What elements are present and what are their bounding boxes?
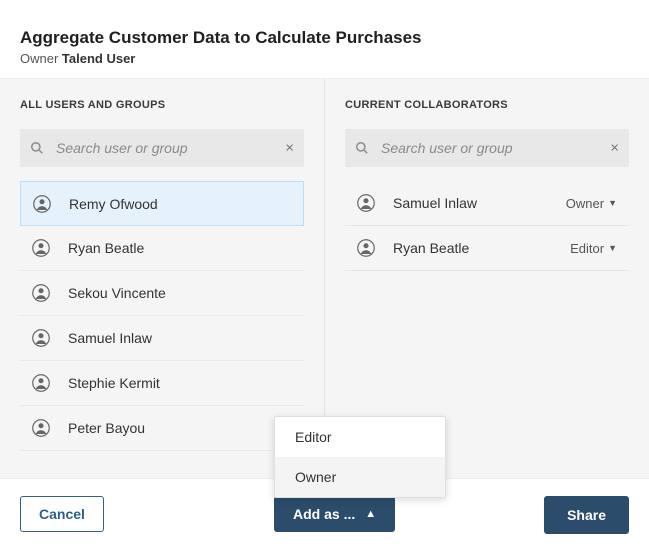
collaborator-name: Ryan Beatle: [393, 240, 570, 256]
collaborator-name: Samuel Inlaw: [393, 195, 566, 211]
user-name: Peter Bayou: [68, 420, 292, 436]
collaborators-heading: CURRENT COLLABORATORS: [345, 99, 629, 111]
avatar-icon: [32, 239, 50, 257]
user-name: Stephie Kermit: [68, 375, 292, 391]
clear-icon[interactable]: ×: [610, 141, 619, 156]
dropdown-option[interactable]: Editor: [275, 417, 445, 457]
avatar-icon: [32, 329, 50, 347]
avatar-icon: [33, 195, 51, 213]
user-name: Samuel Inlaw: [68, 330, 292, 346]
cancel-button[interactable]: Cancel: [20, 496, 104, 532]
collaborator-item: Samuel InlawOwner ▼: [345, 181, 629, 226]
all-users-list[interactable]: Remy Ofwood Ryan Beatle Sekou Vincente Samu…: [20, 181, 304, 458]
avatar-icon: [32, 419, 50, 437]
all-users-search-input[interactable]: [56, 140, 270, 156]
collaborator-role[interactable]: Owner: [566, 196, 604, 211]
page-title: Aggregate Customer Data to Calculate Pur…: [20, 28, 629, 48]
collaborators-list: Samuel InlawOwner ▼ Ryan BeatleEditor ▼: [345, 181, 629, 271]
user-name: Ryan Beatle: [68, 240, 292, 256]
share-button[interactable]: Share: [544, 496, 629, 534]
modal-header: Aggregate Customer Data to Calculate Pur…: [0, 0, 649, 78]
owner-line: Owner Talend User: [20, 51, 629, 66]
share-modal: Aggregate Customer Data to Calculate Pur…: [0, 0, 649, 548]
chevron-down-icon[interactable]: ▼: [608, 198, 617, 208]
owner-label: Owner: [20, 51, 58, 66]
user-item[interactable]: Samuel Inlaw: [20, 316, 304, 361]
dropdown-option[interactable]: Owner: [275, 457, 445, 497]
user-item[interactable]: Peter Bayou: [20, 406, 304, 451]
clear-icon[interactable]: ×: [285, 141, 294, 156]
all-users-search[interactable]: ×: [20, 129, 304, 167]
user-item[interactable]: Sekou Vincente: [20, 271, 304, 316]
avatar-icon: [357, 194, 375, 212]
owner-name: Talend User: [62, 51, 135, 66]
user-item[interactable]: Remy Ofwood: [20, 181, 304, 226]
user-name: Sekou Vincente: [68, 285, 292, 301]
collaborators-search[interactable]: ×: [345, 129, 629, 167]
user-item[interactable]: Ryan Beatle: [20, 226, 304, 271]
chevron-up-icon: ▲: [365, 508, 376, 520]
search-icon: [355, 141, 369, 155]
user-name: Remy Ofwood: [69, 196, 291, 212]
modal-footer: Cancel EditorOwner Add as ... ▲ Share: [0, 478, 649, 548]
avatar-icon: [32, 374, 50, 392]
avatar-icon: [357, 239, 375, 257]
collaborator-role[interactable]: Editor: [570, 241, 604, 256]
all-users-list-wrap: Remy Ofwood Ryan Beatle Sekou Vincente Samu…: [20, 181, 304, 458]
avatar-icon: [32, 284, 50, 302]
collaborator-item: Ryan BeatleEditor ▼: [345, 226, 629, 271]
add-as-button[interactable]: Add as ... ▲: [274, 496, 395, 532]
add-as-label: Add as ...: [293, 506, 355, 522]
collaborators-search-input[interactable]: [381, 140, 595, 156]
user-item[interactable]: Stephie Kermit: [20, 361, 304, 406]
chevron-down-icon[interactable]: ▼: [608, 243, 617, 253]
search-icon: [30, 141, 44, 155]
add-as-dropdown: EditorOwner: [274, 416, 446, 498]
all-users-heading: ALL USERS AND GROUPS: [20, 99, 304, 111]
